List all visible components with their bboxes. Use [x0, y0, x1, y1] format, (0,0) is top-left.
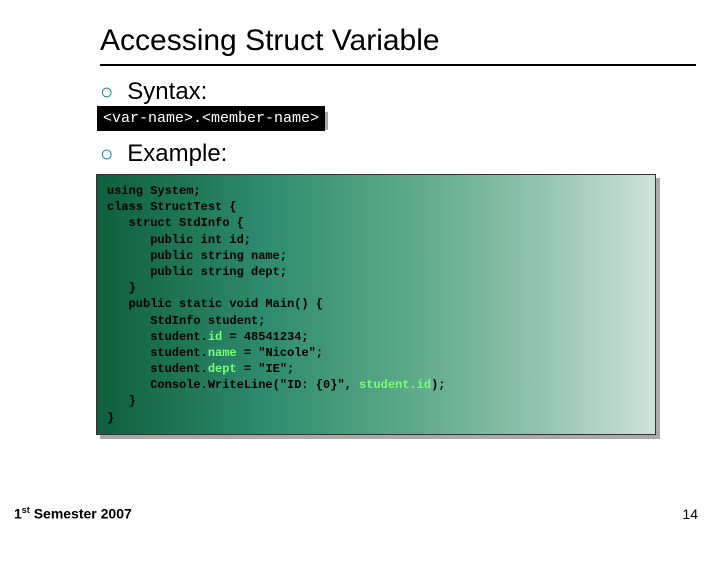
syntax-box: <var-name>.<member-name>	[100, 112, 696, 130]
slide-title: Accessing Struct Variable	[100, 24, 696, 66]
code-line: using System;	[107, 184, 201, 198]
decorative-arc	[0, 0, 110, 580]
code-highlight: name	[208, 346, 237, 360]
bullet-example: ○ Example:	[100, 140, 696, 168]
code-line: public int id;	[107, 233, 251, 247]
code-line: Console.WriteLine("ID: {0}", student.id)…	[107, 378, 445, 392]
code-line: class StructTest {	[107, 200, 237, 214]
syntax-text: <var-name>.<member-name>	[97, 106, 325, 131]
code-line: }	[107, 281, 136, 295]
code-line: }	[107, 411, 114, 425]
code-line: student.id = 48541234;	[107, 330, 309, 344]
code-line: student.dept = "IE";	[107, 362, 294, 376]
code-line: struct StdInfo {	[107, 216, 244, 230]
hollow-bullet-icon: ○	[100, 79, 113, 105]
code-block: using System; class StructTest { struct …	[100, 178, 660, 439]
code-line: public string dept;	[107, 265, 287, 279]
bullet-syntax: ○ Syntax:	[100, 78, 696, 106]
code-highlight: id	[208, 330, 222, 344]
example-label: Example:	[127, 140, 227, 168]
syntax-label: Syntax:	[127, 78, 207, 106]
footer-semester: 1st Semester 2007	[14, 505, 132, 522]
code-line: public string name;	[107, 249, 287, 263]
page-number: 14	[682, 506, 698, 522]
code-line: student.name = "Nicole";	[107, 346, 323, 360]
code-line: }	[107, 394, 136, 408]
code-line: StdInfo student;	[107, 314, 265, 328]
code-line: public static void Main() {	[107, 297, 323, 311]
slide-body: Accessing Struct Variable ○ Syntax: <var…	[0, 0, 720, 439]
code-highlight: dept	[208, 362, 237, 376]
code-highlight: student.id	[359, 378, 431, 392]
